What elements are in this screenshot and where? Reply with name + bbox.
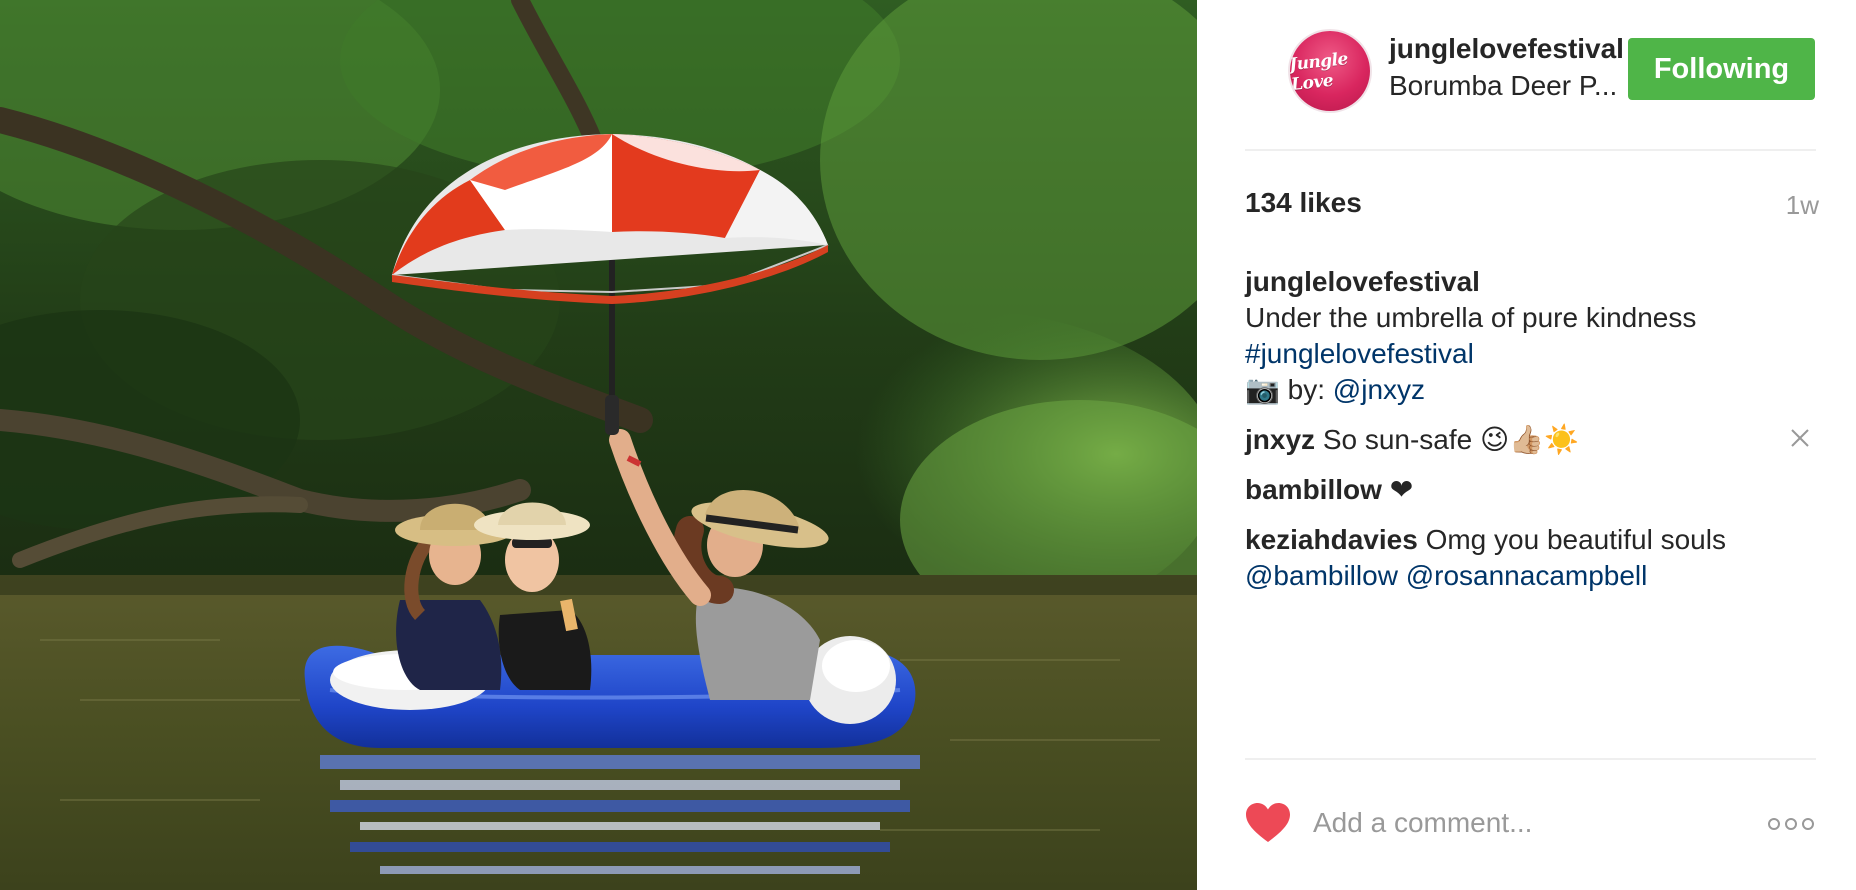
post-timestamp[interactable]: 1w <box>1786 190 1819 221</box>
comments-list: junglelovefestival Under the umbrella of… <box>1245 264 1816 608</box>
avatar[interactable]: Jungle Love <box>1290 31 1370 111</box>
mention-link[interactable]: @bambillow <box>1245 560 1398 591</box>
caption: junglelovefestival Under the umbrella of… <box>1245 264 1816 408</box>
location-link[interactable]: Borumba Deer P... <box>1389 70 1617 102</box>
post-sidebar: Jungle Love junglelovefestival Borumba D… <box>1197 0 1856 890</box>
post-page: Jungle Love junglelovefestival Borumba D… <box>0 0 1856 890</box>
comment-author[interactable]: bambillow <box>1245 474 1382 505</box>
more-options-icon[interactable] <box>1766 810 1816 838</box>
likes-count[interactable]: 134 likes <box>1245 187 1362 219</box>
mention-link[interactable]: @rosannacampbell <box>1406 560 1648 591</box>
credit-mention-link[interactable]: @jnxyz <box>1333 374 1425 405</box>
following-button[interactable]: Following <box>1628 38 1815 100</box>
comment-text: So sun-safe 😉👍🏼☀️ <box>1322 424 1579 455</box>
header-divider <box>1245 149 1816 151</box>
caption-text: Under the umbrella of pure kindness <box>1245 302 1697 333</box>
camera-emoji: 📷 <box>1245 374 1280 405</box>
close-icon[interactable] <box>1786 424 1814 452</box>
avatar-logo-text: Jungle Love <box>1290 49 1349 96</box>
hashtag-link[interactable]: #junglelovefestival <box>1245 338 1474 369</box>
post-header: Jungle Love junglelovefestival Borumba D… <box>1245 28 1831 116</box>
caption-author[interactable]: junglelovefestival <box>1245 266 1480 297</box>
post-photo[interactable] <box>0 0 1197 890</box>
comment-item: jnxyz So sun-safe 😉👍🏼☀️ <box>1245 422 1816 458</box>
post-footer <box>1245 800 1816 850</box>
add-comment-input[interactable] <box>1313 800 1743 846</box>
comment-author[interactable]: jnxyz <box>1245 424 1315 455</box>
footer-divider <box>1245 758 1816 760</box>
comment-text: ❤ <box>1389 474 1414 505</box>
comment-author[interactable]: keziahdavies <box>1245 524 1418 555</box>
caption-credit-prefix: by: <box>1279 374 1333 405</box>
heart-icon[interactable] <box>1245 802 1291 844</box>
comment-text: Omg you beautiful souls <box>1425 524 1726 555</box>
comment-item: bambillow ❤ <box>1245 472 1816 508</box>
comment-item: keziahdavies Omg you beautiful souls @ba… <box>1245 522 1816 594</box>
photo-illustration <box>0 0 1197 890</box>
header-username[interactable]: junglelovefestival <box>1389 33 1624 65</box>
